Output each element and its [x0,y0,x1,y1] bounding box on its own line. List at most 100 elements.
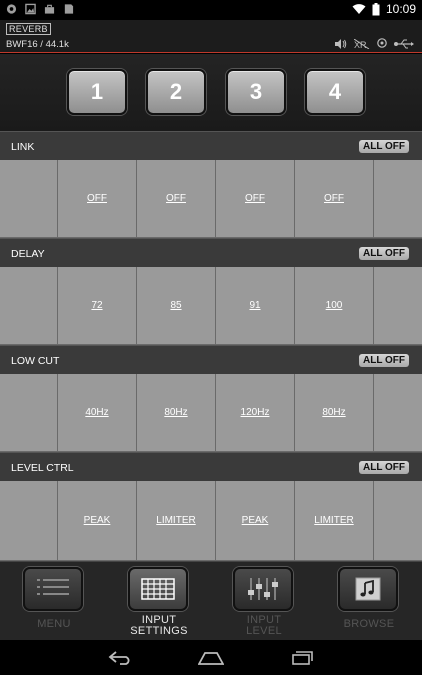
level-ctrl-row: PEAK LIMITER PEAK LIMITER [0,481,422,561]
low-cut-all-off-button[interactable]: ALL OFF [359,354,409,367]
level-ctrl-ch2-cell[interactable]: LIMITER [137,481,216,561]
cell-value: 80Hz [322,407,346,418]
cell-value: OFF [245,193,265,204]
link-ch2-cell[interactable]: OFF [137,160,216,238]
system-icons: 10:09 [352,2,416,16]
low-cut-ch4-cell[interactable]: 80Hz [295,374,374,452]
row-spacer [374,481,422,561]
channel-2-button[interactable]: 2 [146,69,206,115]
cell-value: PEAK [83,515,111,526]
link-section-header: LINK ALL OFF [0,131,422,160]
row-spacer [0,267,58,345]
link-ch1-cell[interactable]: OFF [58,160,137,238]
level-ctrl-ch1-cell[interactable]: PEAK [58,481,137,561]
channel-1-button[interactable]: 1 [67,69,127,115]
input-settings-nav-button[interactable]: INPUT SETTINGS [128,567,190,637]
app-notification-icon [6,4,17,14]
notification-icons [6,3,74,15]
sd-card-icon [64,4,74,14]
battery-icon [372,2,380,15]
nav-label-line: LEVEL [246,625,282,637]
faders-icon [248,578,278,600]
link-ch4-cell[interactable]: OFF [295,160,374,238]
delay-ch2-cell[interactable]: 85 [137,267,216,345]
row-spacer [0,481,58,561]
delay-section-header: DELAY ALL OFF [0,238,422,267]
low-cut-ch2-cell[interactable]: 80Hz [137,374,216,452]
delay-row: 72 85 91 100 [0,267,422,345]
browse-nav-button[interactable]: BROWSE [338,567,400,637]
row-spacer [0,160,58,238]
list-icon [37,579,69,595]
svg-text:XR: XR [354,40,367,49]
delay-ch3-cell[interactable]: 91 [216,267,295,345]
cell-value: 80Hz [164,407,188,418]
nav-icon-frame [23,567,83,611]
nav-label: MENU [37,618,71,630]
cell-value: 40Hz [85,407,109,418]
menu-nav-button[interactable]: MENU [23,567,85,637]
channel-selector: 1 2 3 4 [0,54,422,131]
link-ch3-cell[interactable]: OFF [216,160,295,238]
level-ctrl-ch3-cell[interactable]: PEAK [216,481,295,561]
level-ctrl-all-off-button[interactable]: ALL OFF [359,461,409,474]
low-cut-ch3-cell[interactable]: 120Hz [216,374,295,452]
delay-ch4-cell[interactable]: 100 [295,267,374,345]
nav-label: BROWSE [343,618,395,630]
section-title: DELAY [11,248,45,260]
home-icon[interactable] [198,651,224,665]
cell-value: OFF [324,193,344,204]
music-note-icon [355,577,381,601]
channel-3-button[interactable]: 3 [226,69,286,115]
section-title: LINK [11,141,35,153]
bottom-navigation: MENU INPUT SETTINGS INPUT LEVEL BROWSE [0,561,422,640]
clock: 10:09 [385,2,416,16]
back-icon[interactable] [108,651,134,665]
level-ctrl-ch4-cell[interactable]: LIMITER [295,481,374,561]
cell-value: OFF [166,193,186,204]
usb-icon [394,39,414,48]
link-row: OFF OFF OFF OFF [0,160,422,238]
app-header: REVERB BWF16 / 44.1k XR [0,20,422,53]
row-spacer [374,374,422,452]
bag-notification-icon [44,4,55,14]
nav-icon-frame [338,567,398,611]
xlr-icon: XR [354,38,370,49]
section-title: LOW CUT [11,355,60,367]
row-spacer [374,267,422,345]
cell-value: 85 [170,300,182,311]
cell-value: OFF [87,193,107,204]
cell-value: 100 [325,300,343,311]
cell-value: PEAK [241,515,269,526]
channel-4-button[interactable]: 4 [305,69,365,115]
speaker-icon [335,38,347,49]
nav-label: INPUT LEVEL [213,615,315,637]
cell-value: 72 [91,300,103,311]
recording-format: BWF16 / 44.1k [6,39,69,50]
link-all-off-button[interactable]: ALL OFF [359,140,409,153]
cell-value: 91 [249,300,261,311]
location-icon [377,38,387,48]
row-spacer [374,160,422,238]
row-spacer [0,374,58,452]
low-cut-ch1-cell[interactable]: 40Hz [58,374,137,452]
input-level-nav-button[interactable]: INPUT LEVEL [233,567,295,637]
recents-icon[interactable] [288,651,314,665]
wifi-icon [352,4,366,14]
nav-label-line: SETTINGS [130,625,188,637]
cell-value: LIMITER [314,515,354,526]
cell-value: 120Hz [240,407,270,418]
status-bar: 10:09 [0,0,422,20]
image-notification-icon [25,3,36,15]
nav-icon-frame [128,567,188,611]
nav-icon-frame [233,567,293,611]
android-navigation-bar [0,640,422,675]
level-ctrl-section-header: LEVEL CTRL ALL OFF [0,452,422,481]
delay-ch1-cell[interactable]: 72 [58,267,137,345]
section-title: LEVEL CTRL [11,462,74,474]
cell-value: LIMITER [156,515,196,526]
mode-badge: REVERB [6,23,51,35]
delay-all-off-button[interactable]: ALL OFF [359,247,409,260]
nav-label: INPUT SETTINGS [108,615,210,637]
grid-icon [141,578,175,600]
